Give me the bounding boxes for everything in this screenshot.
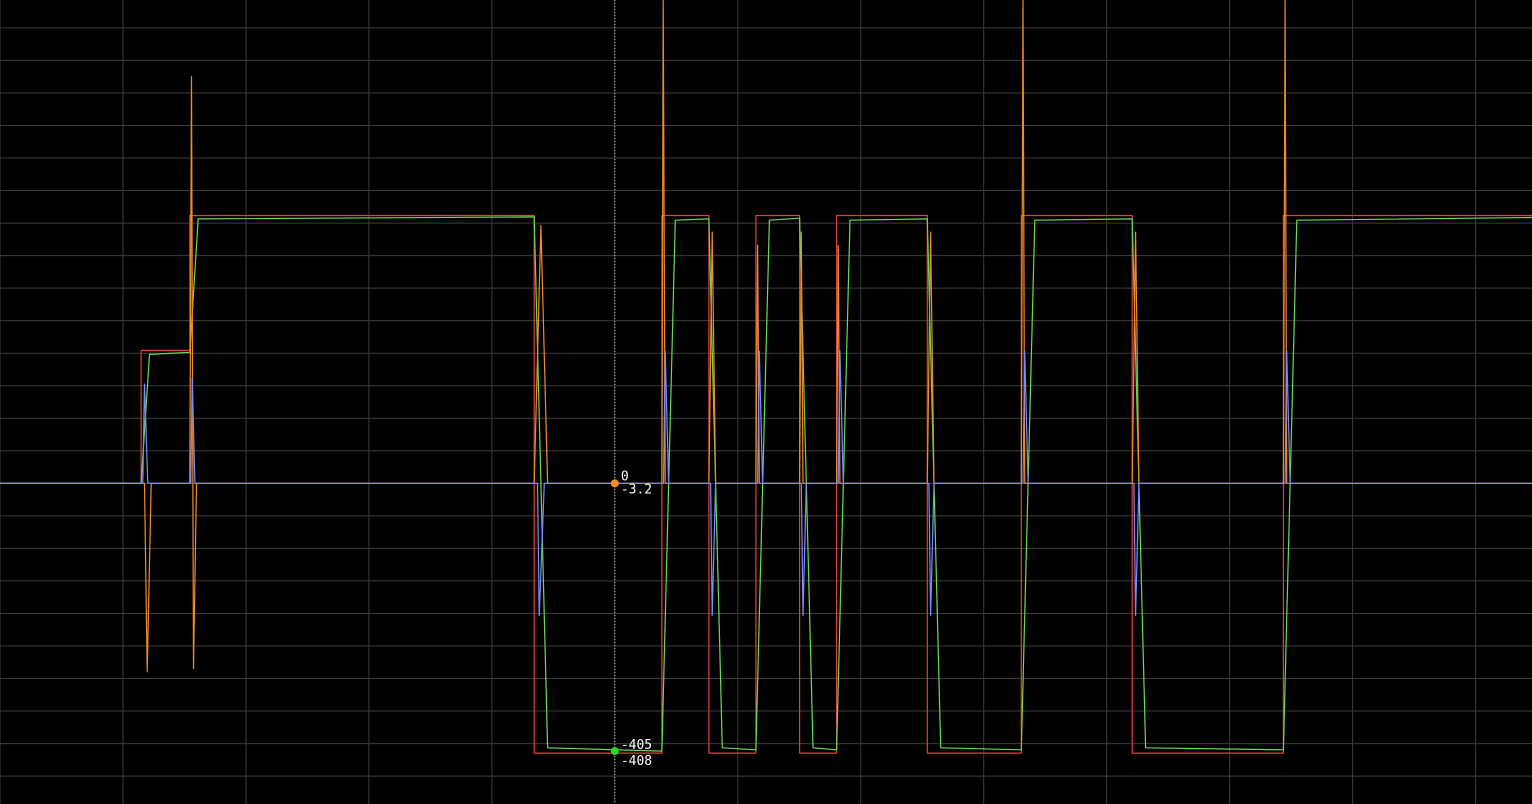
- cursor-readout-label-1: -3.2: [621, 482, 652, 497]
- cursor-marker-orange: [610, 479, 619, 488]
- cursor-readout-label-2: -405: [621, 738, 652, 753]
- oscilloscope-plot[interactable]: 0-3.2-405-408: [0, 0, 1532, 804]
- cursor-marker-green: [610, 747, 619, 756]
- plot-background: [0, 0, 1532, 804]
- cursor-readout-label-3: -408: [621, 754, 652, 769]
